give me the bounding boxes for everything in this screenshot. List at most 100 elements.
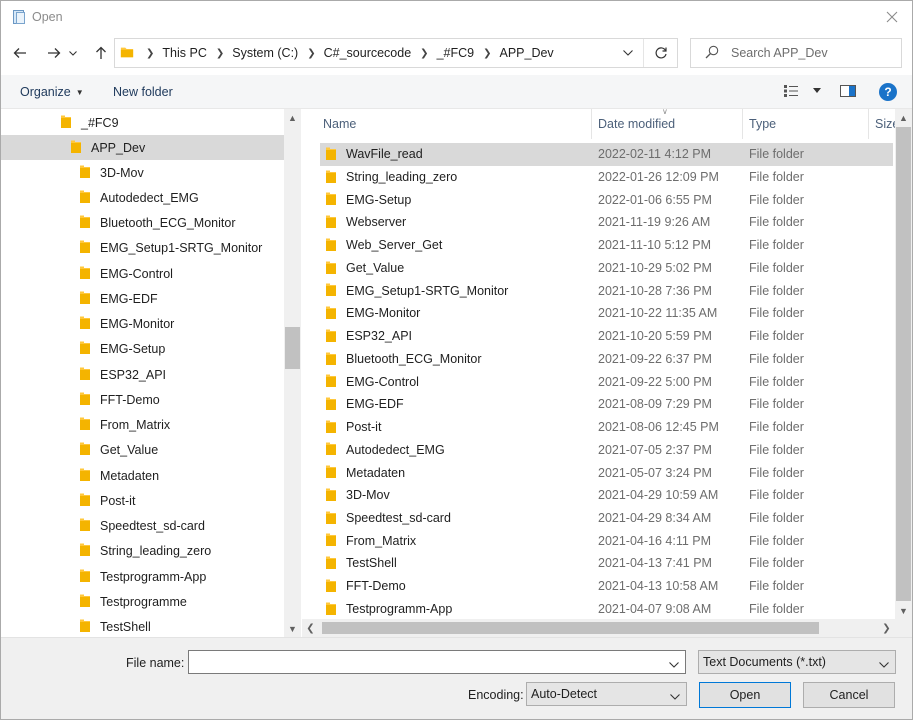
address-bar[interactable]: ❯ This PC ❯ System (C:) ❯ C#_sourcecode ❯ _#… [114,38,678,68]
column-header-date-modified[interactable]: Date modified [598,109,675,139]
nav-item[interactable]: From_Matrix [1,413,284,438]
breadcrumb-fc9[interactable]: _#FC9 [437,46,475,60]
breadcrumb-separator-icon[interactable]: ❯ [420,48,428,59]
nav-item[interactable]: FFT-Demo [1,387,284,412]
change-view-button[interactable] [783,84,821,98]
help-button[interactable]: ? [879,83,897,101]
nav-item[interactable]: EMG-Setup [1,337,284,362]
file-date-modified: 2021-04-07 9:08 AM [598,601,712,616]
folder-icon [80,619,90,635]
nav-item[interactable]: Testprogramme [1,589,284,614]
nav-item[interactable]: EMG-Control [1,261,284,286]
recent-locations-chevron-icon[interactable] [65,41,81,65]
file-row[interactable]: Metadaten 2021-05-07 3:24 PM File folder [320,461,893,484]
refresh-icon[interactable] [643,39,677,67]
nav-item[interactable]: 3D-Mov [1,160,284,185]
breadcrumb-separator-icon[interactable]: ❯ [307,48,315,59]
file-row[interactable]: 3D-Mov 2021-04-29 10:59 AM File folder [320,484,893,507]
nav-item[interactable]: Get_Value [1,438,284,463]
file-row[interactable]: EMG-EDF 2021-08-09 7:29 PM File folder [320,393,893,416]
file-list-horizontal-scrollbar[interactable]: ❮ ❯ [302,619,895,637]
column-divider[interactable] [868,109,869,139]
column-header-type[interactable]: Type [749,109,776,139]
up-arrow-icon[interactable] [90,41,112,65]
nav-item[interactable]: EMG_Setup1-SRTG_Monitor [1,236,284,261]
folder-icon [80,190,90,206]
nav-item[interactable]: EMG-EDF [1,286,284,311]
cancel-button[interactable]: Cancel [803,682,895,708]
file-row[interactable]: EMG-Setup 2022-01-06 6:55 PM File folder [320,188,893,211]
breadcrumb-separator-icon[interactable]: ❯ [216,48,224,59]
file-row[interactable]: Testprogramm-App 2021-04-07 9:08 AM File f… [320,598,893,621]
close-icon[interactable] [882,7,902,27]
file-name-input[interactable] [189,651,659,673]
file-name: Get_Value [346,260,405,275]
file-row[interactable]: FFT-Demo 2021-04-13 10:58 AM File folder [320,575,893,598]
nav-item[interactable]: Bluetooth_ECG_Monitor [1,211,284,236]
file-row[interactable]: EMG_Setup1-SRTG_Monitor 2021-10-28 7:36 P… [320,279,893,302]
file-row[interactable]: Autodedect_EMG 2021-07-05 2:37 PM File fol… [320,438,893,461]
column-divider[interactable] [742,109,743,139]
scrollbar-thumb[interactable] [896,127,911,601]
nav-item[interactable]: Metadaten [1,463,284,488]
breadcrumb-this-pc[interactable]: This PC [162,46,206,60]
file-row[interactable]: EMG-Control 2021-09-22 5:00 PM File folder [320,370,893,393]
nav-item[interactable]: Post-it [1,488,284,513]
file-name: From_Matrix [346,533,417,548]
preview-pane-icon[interactable] [840,84,856,101]
encoding-select[interactable]: Auto-Detect [526,682,687,706]
folder-icon [80,316,90,332]
file-row[interactable]: Bluetooth_ECG_Monitor 2021-09-22 6:37 PM F… [320,348,893,371]
nav-item[interactable]: Autodedect_EMG [1,185,284,210]
breadcrumb-separator-icon[interactable]: ❯ [146,48,154,59]
file-type: File folder [749,329,804,344]
breadcrumb-sourcecode[interactable]: C#_sourcecode [324,46,412,60]
back-arrow-icon[interactable] [9,41,31,65]
file-row[interactable]: EMG-Monitor 2021-10-22 11:35 AM File folde… [320,302,893,325]
file-row[interactable]: Post-it 2021-08-06 12:45 PM File folder [320,416,893,439]
chevron-down-icon[interactable] [669,657,679,671]
file-name: Web_Server_Get [346,238,443,253]
nav-item[interactable]: Testprogramm-App [1,564,284,589]
scroll-left-icon[interactable]: ❮ [302,619,319,637]
search-input[interactable] [731,46,891,60]
file-name-combobox[interactable] [188,650,686,674]
scroll-up-icon[interactable]: ▲ [895,109,912,126]
nav-item[interactable]: ESP32_API [1,362,284,387]
scroll-up-icon[interactable]: ▲ [284,109,301,126]
open-button[interactable]: Open [699,682,791,708]
column-header-name[interactable]: Name [323,109,356,139]
breadcrumb-system-c[interactable]: System (C:) [232,46,298,60]
breadcrumb-separator-icon[interactable]: ❯ [483,48,491,59]
nav-item[interactable]: Speedtest_sd-card [1,514,284,539]
file-row[interactable]: Get_Value 2021-10-29 5:02 PM File folder [320,257,893,280]
nav-item[interactable]: EMG-Monitor [1,312,284,337]
file-list-vertical-scrollbar[interactable]: ▲ ▼ [895,109,912,619]
scroll-down-icon[interactable]: ▼ [895,602,912,619]
nav-pane-scrollbar[interactable]: ▲ ▼ [284,109,301,637]
file-row[interactable]: String_leading_zero 2022-01-26 12:09 PM Fi… [320,166,893,189]
file-row[interactable]: Web_Server_Get 2021-11-10 5:12 PM File fol… [320,234,893,257]
file-row[interactable]: WavFile_read 2022-02-11 4:12 PM File folde… [320,143,893,166]
scroll-down-icon[interactable]: ▼ [284,620,301,637]
file-row[interactable]: Speedtest_sd-card 2021-04-29 8:34 AM File … [320,507,893,530]
column-divider[interactable] [591,109,592,139]
nav-item-app-dev[interactable]: APP_Dev [1,135,284,160]
scroll-right-icon[interactable]: ❯ [878,619,895,637]
breadcrumb-app-dev[interactable]: APP_Dev [499,46,553,60]
organize-button[interactable]: Organize ▼ [20,85,84,99]
file-row[interactable]: TestShell 2021-04-13 7:41 PM File folder [320,552,893,575]
file-row[interactable]: Webserver 2021-11-19 9:26 AM File folder [320,211,893,234]
file-row[interactable]: From_Matrix 2021-04-16 4:11 PM File folder [320,529,893,552]
new-folder-button[interactable]: New folder [113,85,173,99]
scrollbar-thumb[interactable] [285,327,300,369]
address-history-chevron-icon[interactable] [623,45,633,59]
file-type-filter-select[interactable]: Text Documents (*.txt) [698,650,896,674]
nav-item[interactable]: TestShell [1,615,284,638]
forward-arrow-icon[interactable] [43,41,65,65]
file-row[interactable]: ESP32_API 2021-10-20 5:59 PM File folder [320,325,893,348]
nav-item-fc9[interactable]: _#FC9 [1,110,284,135]
scrollbar-thumb[interactable] [322,622,819,634]
search-box[interactable] [690,38,902,68]
nav-item[interactable]: String_leading_zero [1,539,284,564]
